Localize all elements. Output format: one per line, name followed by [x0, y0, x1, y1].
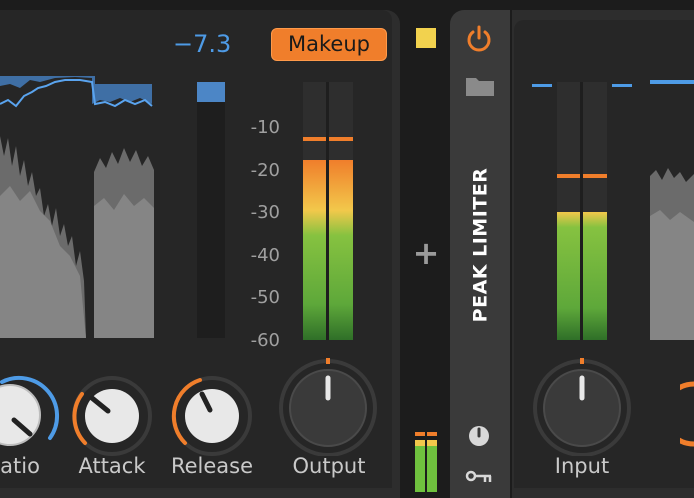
- input-label: Input: [554, 454, 610, 478]
- scale-label: -30: [250, 202, 280, 223]
- routing-icon[interactable]: [465, 466, 495, 486]
- scale-label: -50: [250, 287, 280, 308]
- ceiling-marker: [650, 80, 694, 84]
- waveform-right-rms: [94, 194, 154, 338]
- scale-label: -60: [250, 330, 280, 351]
- input-level-meter: [557, 82, 607, 340]
- limiter-title: PEAK LIMITER: [469, 167, 492, 323]
- waveform-display: [0, 76, 160, 342]
- ceiling-marker: [532, 84, 552, 87]
- meter-icon[interactable]: [467, 424, 491, 448]
- release-knob[interactable]: [168, 374, 256, 458]
- ratio-knob[interactable]: [0, 372, 60, 452]
- gain-reduction-meter: [197, 82, 225, 338]
- input-knob[interactable]: [530, 356, 634, 456]
- gain-reduction-readout: −7.3: [173, 30, 232, 58]
- folder-icon[interactable]: [465, 74, 497, 98]
- output-level-meter: [303, 82, 353, 340]
- device-indicator[interactable]: [416, 28, 436, 48]
- attack-knob[interactable]: [68, 374, 156, 458]
- scale-label: -10: [250, 117, 280, 138]
- limiter-waveform: [650, 168, 694, 340]
- add-device-button[interactable]: +: [408, 234, 444, 272]
- makeup-button[interactable]: Makeup: [271, 28, 387, 61]
- scale-label: -40: [250, 245, 280, 266]
- limiter-title-wrap: PEAK LIMITER: [450, 168, 510, 323]
- ratio-label: Ratio: [0, 454, 40, 478]
- ceiling-marker: [612, 84, 632, 87]
- power-icon[interactable]: [465, 24, 493, 52]
- release-label: Release: [170, 454, 254, 478]
- gain-reduction-meter-fill: [197, 82, 225, 102]
- release-knob-partial[interactable]: [680, 380, 694, 450]
- attack-label: Attack: [78, 454, 146, 478]
- output-label: Output: [292, 454, 366, 478]
- scale-label: -20: [250, 160, 280, 181]
- chain-level-meter: [415, 432, 437, 492]
- output-knob[interactable]: [276, 356, 380, 456]
